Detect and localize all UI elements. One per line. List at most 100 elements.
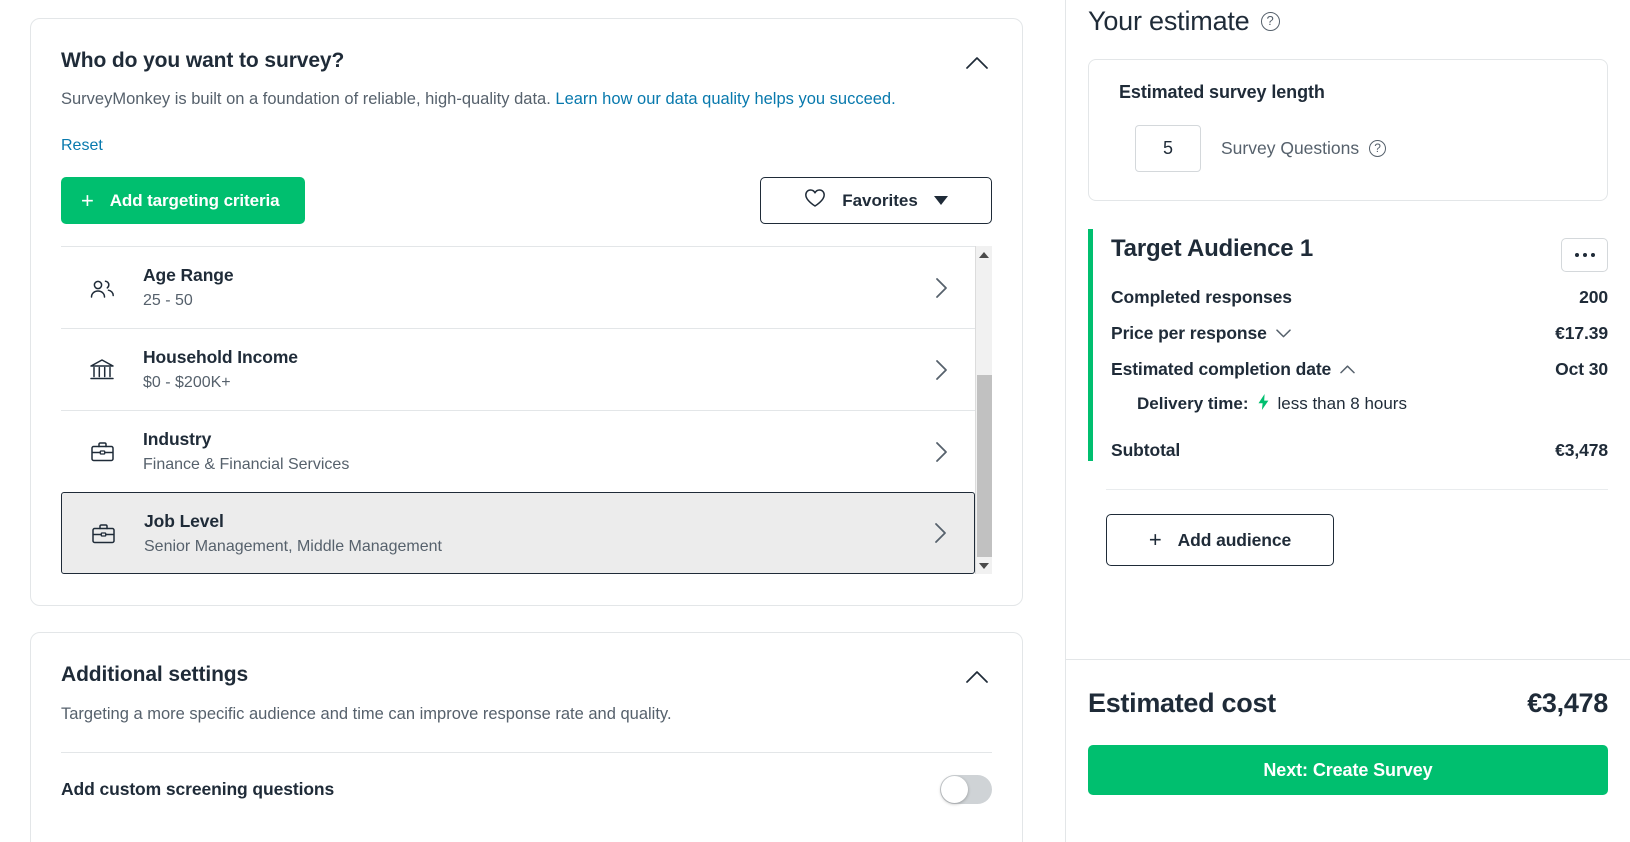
reset-link[interactable]: Reset [61, 137, 103, 155]
completion-date-row: Estimated completion date Oct 30 [1111, 359, 1608, 380]
survey-card-header: Who do you want to survey? [61, 49, 992, 75]
chevron-right-icon[interactable] [912, 522, 968, 544]
favorites-label: Favorites [842, 190, 918, 210]
scrollbar-thumb[interactable] [976, 375, 992, 558]
additional-settings-title: Additional settings [61, 663, 249, 686]
completion-date-value: Oct 30 [1555, 359, 1608, 379]
targeting-criteria-list: Age Range 25 - 50 Household Income $0 - … [61, 246, 975, 575]
estimated-cost-row: Estimated cost €3,478 [1088, 688, 1608, 719]
heart-icon [804, 188, 826, 213]
estimate-panel: Your estimate ? Estimated survey length … [1065, 0, 1630, 842]
scrollbar-track[interactable] [976, 263, 993, 558]
collapse-additional-settings-icon[interactable] [964, 663, 990, 689]
subtotal-label: Subtotal [1111, 440, 1181, 460]
survey-card-description: SurveyMonkey is built on a foundation of… [61, 88, 992, 110]
additional-settings-card: Additional settings Targeting a more spe… [30, 632, 1023, 842]
scroll-down-button[interactable] [976, 557, 993, 574]
subtotal-value: €3,478 [1555, 440, 1608, 460]
criteria-text: Age Range 25 - 50 [143, 265, 913, 310]
estimate-title: Your estimate [1088, 6, 1250, 36]
delivery-time-row: Delivery time: less than 8 hours [1111, 393, 1608, 414]
plus-icon: + [1148, 527, 1162, 552]
survey-questions-label-group: Survey Questions ? [1221, 138, 1387, 159]
criteria-value: Senior Management, Middle Management [144, 537, 442, 555]
criteria-text: Industry Finance & Financial Services [143, 429, 913, 474]
criteria-row-industry[interactable]: Industry Finance & Financial Services [61, 410, 975, 493]
criteria-text: Household Income $0 - $200K+ [143, 347, 913, 392]
chevron-down-icon [1276, 329, 1291, 338]
targeting-criteria-list-wrapper: Age Range 25 - 50 Household Income $0 - … [61, 246, 993, 575]
chevron-down-icon [933, 196, 948, 206]
people-icon [61, 277, 143, 299]
criteria-row-household-income[interactable]: Household Income $0 - $200K+ [61, 328, 975, 411]
description-text: SurveyMonkey is built on a foundation of… [61, 90, 556, 108]
custom-screening-toggle[interactable] [940, 774, 992, 804]
help-icon[interactable]: ? [1260, 12, 1280, 31]
survey-questions-label: Survey Questions [1221, 138, 1360, 158]
add-audience-button[interactable]: + Add audience [1106, 514, 1334, 566]
briefcase-icon [62, 522, 144, 545]
price-per-response-toggle[interactable]: Price per response [1111, 323, 1291, 344]
toggle-knob [941, 775, 968, 803]
lightning-bolt-icon [1257, 393, 1270, 414]
subtotal-row: Subtotal €3,478 [1111, 440, 1608, 461]
chevron-up-icon [1340, 365, 1355, 374]
add-targeting-criteria-label: Add targeting criteria [109, 190, 280, 210]
custom-screening-row: Add custom screening questions [61, 753, 992, 825]
add-audience-label: Add audience [1177, 529, 1292, 550]
completed-responses-label: Completed responses [1111, 287, 1292, 307]
criteria-text: Job Level Senior Management, Middle Mana… [144, 511, 912, 556]
completed-responses-value: 200 [1579, 287, 1608, 307]
delivery-time-label: Delivery time: [1137, 393, 1249, 413]
price-per-response-value: €17.39 [1555, 323, 1608, 343]
help-icon[interactable]: ? [1369, 140, 1387, 157]
audience-options-menu-button[interactable] [1561, 238, 1608, 272]
additional-settings-description: Targeting a more specific audience and t… [61, 705, 672, 723]
target-audience-header: Target Audience 1 [1111, 229, 1608, 272]
survey-targeting-card: Who do you want to survey? SurveyMonkey … [30, 18, 1023, 606]
scroll-up-button[interactable] [976, 246, 993, 263]
bank-icon [61, 358, 143, 382]
criteria-label: Age Range [143, 265, 234, 286]
criteria-value: 25 - 50 [143, 292, 193, 310]
criteria-label: Industry [143, 429, 212, 450]
criteria-value: Finance & Financial Services [143, 456, 350, 474]
plus-icon: + [81, 187, 94, 213]
page-title: Who do you want to survey? [61, 49, 345, 72]
custom-screening-label: Add custom screening questions [61, 778, 335, 799]
criteria-row-job-level[interactable]: Job Level Senior Management, Middle Mana… [61, 492, 975, 575]
chevron-right-icon[interactable] [913, 359, 969, 381]
dot-icon [1582, 253, 1587, 257]
briefcase-icon [61, 440, 143, 463]
estimated-survey-length-box: Estimated survey length Survey Questions… [1088, 59, 1608, 201]
dot-icon [1574, 253, 1579, 257]
audience-builder-page: Who do you want to survey? SurveyMonkey … [0, 0, 1630, 842]
completed-responses-row: Completed responses 200 [1111, 287, 1608, 308]
criteria-label: Job Level [144, 510, 224, 531]
estimated-cost-label: Estimated cost [1088, 688, 1276, 718]
left-column: Who do you want to survey? SurveyMonkey … [0, 0, 1065, 842]
price-per-response-row: Price per response €17.39 [1111, 323, 1608, 344]
collapse-survey-card-icon[interactable] [964, 49, 990, 75]
divider [1106, 489, 1608, 490]
data-quality-link[interactable]: Learn how our data quality helps you suc… [555, 90, 895, 108]
criteria-row-age-range[interactable]: Age Range 25 - 50 [61, 246, 975, 329]
chevron-right-icon[interactable] [913, 277, 969, 299]
criteria-button-row: + Add targeting criteria Favorites [61, 177, 992, 225]
criteria-label: Household Income [143, 347, 298, 368]
chevron-right-icon[interactable] [913, 441, 969, 463]
triangle-down-icon [979, 562, 989, 569]
survey-questions-row: Survey Questions ? [1119, 125, 1577, 172]
criteria-list-scrollbar[interactable] [975, 246, 993, 575]
price-per-response-label: Price per response [1111, 323, 1267, 343]
favorites-dropdown-button[interactable]: Favorites [760, 177, 992, 225]
next-create-survey-button[interactable]: Next: Create Survey [1088, 745, 1608, 795]
triangle-up-icon [979, 251, 989, 258]
target-audience-block: Target Audience 1 Completed responses 20… [1088, 229, 1608, 461]
survey-questions-input[interactable] [1135, 125, 1201, 172]
estimate-footer: Estimated cost €3,478 Next: Create Surve… [1066, 659, 1630, 842]
add-targeting-criteria-button[interactable]: + Add targeting criteria [61, 177, 306, 225]
additional-settings-header: Additional settings [61, 663, 992, 689]
completion-date-toggle[interactable]: Estimated completion date [1111, 359, 1355, 380]
estimate-title-row: Your estimate ? [1088, 0, 1608, 37]
